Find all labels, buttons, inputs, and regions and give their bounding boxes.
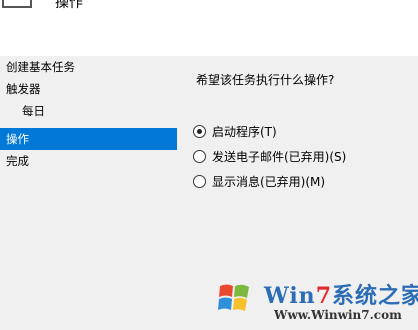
watermark-url: Www.Winwin7.com: [274, 308, 402, 322]
step-create-basic-task[interactable]: 创建基本任务: [0, 56, 177, 78]
radio-icon[interactable]: [193, 149, 206, 163]
option-start-program[interactable]: 启动程序(T): [193, 122, 277, 140]
task-icon: [2, 0, 32, 8]
windows-logo-icon: [218, 284, 249, 311]
radio-icon[interactable]: [193, 174, 206, 188]
watermark: Win7系统之家 Www.Winwin7.com: [214, 272, 418, 328]
radio-selected-icon[interactable]: [193, 124, 206, 138]
option-label: 显示消息(已弃用)(M): [212, 174, 326, 189]
option-show-message[interactable]: 显示消息(已弃用)(M): [193, 172, 325, 190]
wizard-window: 操作 创建基本任务 触发器 每日 操作 完成 希望该任务执行什么操作? 启动程序…: [0, 0, 418, 330]
step-list: 创建基本任务 触发器 每日 操作 完成: [0, 56, 178, 330]
header: 操作: [0, 0, 418, 56]
step-daily[interactable]: 每日: [0, 100, 177, 122]
step-action[interactable]: 操作: [0, 128, 177, 150]
step-finish[interactable]: 完成: [0, 150, 177, 172]
action-question: 希望该任务执行什么操作?: [196, 73, 335, 87]
page-title: 操作: [55, 0, 83, 11]
option-send-email[interactable]: 发送电子邮件(已弃用)(S): [193, 147, 346, 165]
option-label: 启动程序(T): [212, 124, 277, 139]
step-trigger[interactable]: 触发器: [0, 78, 177, 100]
option-label: 发送电子邮件(已弃用)(S): [212, 149, 347, 164]
watermark-brand: Win7系统之家: [264, 283, 418, 309]
